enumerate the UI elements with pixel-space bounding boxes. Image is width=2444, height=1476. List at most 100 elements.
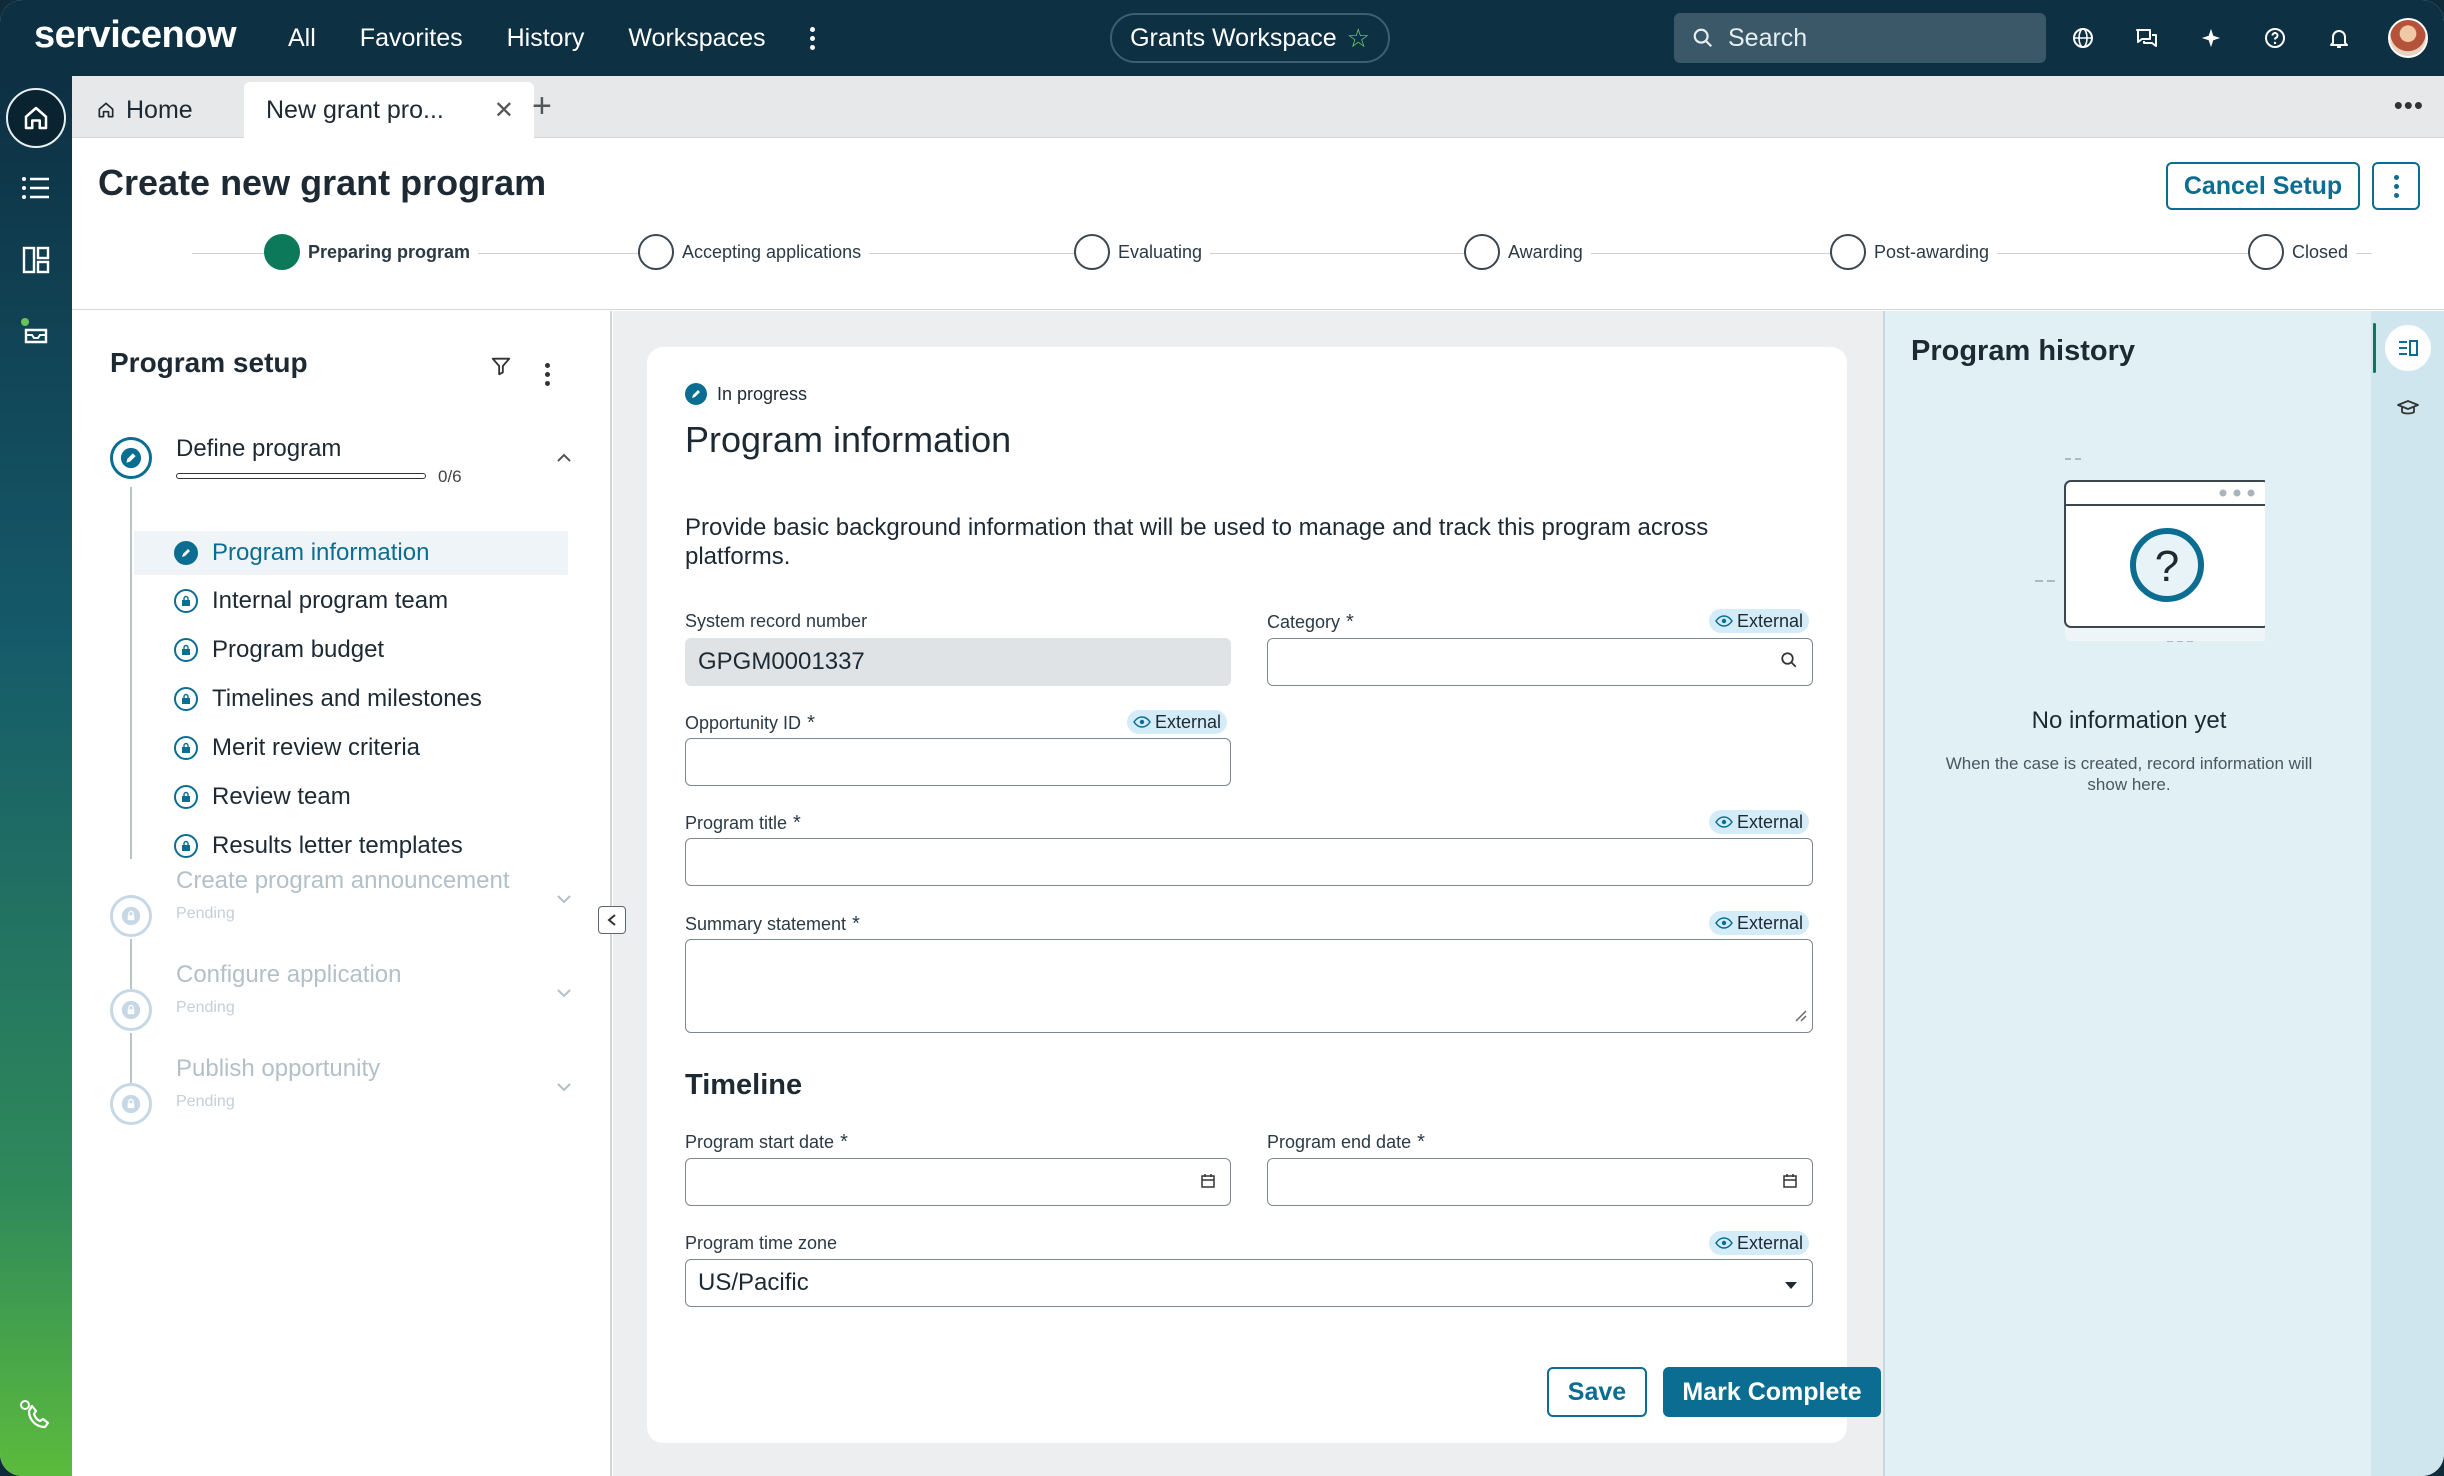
chevron-up-icon[interactable] — [556, 447, 572, 468]
summary-textarea[interactable] — [685, 939, 1813, 1033]
chevron-down-icon[interactable] — [556, 889, 572, 910]
start-date-input[interactable] — [685, 1158, 1231, 1206]
sub-item-results-letter-templates[interactable]: Results letter templates — [134, 824, 568, 868]
step-label: Closed — [2292, 241, 2349, 262]
list-icon[interactable] — [6, 158, 66, 218]
eye-icon — [1715, 611, 1733, 632]
more-actions-button[interactable] — [2372, 162, 2420, 210]
globe-icon[interactable] — [2068, 23, 2098, 53]
collapse-panel-button[interactable] — [598, 906, 626, 934]
nav-history[interactable]: History — [507, 24, 585, 53]
chat-icon[interactable] — [2132, 23, 2162, 53]
sub-item-label: Internal program team — [212, 587, 449, 614]
system-record-field: GPGM0001337 — [685, 638, 1231, 686]
pending-group-title[interactable]: Create program announcement — [176, 867, 510, 895]
nav-favorites[interactable]: Favorites — [360, 24, 463, 53]
program-title-input[interactable] — [685, 838, 1813, 886]
phone-icon[interactable] — [6, 1386, 66, 1446]
label-text: Program time zone — [685, 1233, 838, 1253]
search-icon[interactable] — [1780, 648, 1798, 676]
calendar-icon[interactable] — [1200, 1168, 1216, 1196]
home-icon[interactable] — [6, 88, 66, 148]
chevron-down-icon[interactable] — [556, 1077, 572, 1098]
sub-item-program-budget[interactable]: Program budget — [134, 628, 568, 672]
graduation-cap-icon[interactable] — [2385, 385, 2431, 431]
add-tab-icon[interactable]: + — [532, 78, 552, 134]
user-avatar[interactable] — [2388, 18, 2428, 58]
system-record-label: System record number — [685, 611, 867, 632]
resize-handle-icon[interactable] — [1794, 1002, 1808, 1030]
pending-group-title[interactable]: Publish opportunity — [176, 1055, 380, 1083]
pending-group-title[interactable]: Configure application — [176, 961, 401, 989]
empty-state-illustration: ? — [2025, 445, 2273, 670]
sub-item-internal-program-team[interactable]: Internal program team — [134, 579, 568, 623]
servicenow-logo[interactable]: servicenow — [34, 14, 237, 57]
lifecycle-stepper: Preparing program Accepting applications… — [192, 234, 2372, 274]
filter-icon[interactable] — [490, 355, 512, 382]
dashboard-icon[interactable] — [6, 230, 66, 290]
cancel-setup-button[interactable]: Cancel Setup — [2166, 162, 2360, 210]
kebab-icon — [2393, 174, 2399, 198]
sub-item-program-information[interactable]: Program information — [134, 531, 568, 575]
tab-new-grant-program[interactable]: New grant pro... ✕ — [244, 82, 534, 138]
help-icon[interactable] — [2260, 23, 2290, 53]
nav-all[interactable]: All — [288, 24, 316, 53]
pending-group-status: Pending — [176, 999, 235, 1016]
search-placeholder: Search — [1728, 23, 1808, 52]
opportunity-id-input[interactable] — [685, 738, 1231, 786]
inbox-icon[interactable] — [6, 302, 66, 362]
lock-icon — [174, 834, 198, 858]
bell-icon[interactable] — [2324, 23, 2354, 53]
calendar-icon[interactable] — [1782, 1168, 1798, 1196]
label-text: Summary statement — [685, 914, 847, 934]
timezone-select[interactable]: US/Pacific — [685, 1259, 1813, 1307]
external-badge: External — [1709, 609, 1810, 633]
required-asterisk: * — [852, 913, 860, 935]
program-history-panel: Program history ? No information yet Whe… — [1883, 311, 2371, 1476]
workspace-pill[interactable]: Grants Workspace ☆ — [1110, 13, 1390, 63]
save-button[interactable]: Save — [1547, 1367, 1647, 1417]
lock-icon — [174, 638, 198, 662]
step-label: Awarding — [1508, 241, 1583, 262]
step-complete-icon — [264, 234, 300, 270]
pending-group-status: Pending — [176, 1093, 235, 1110]
tab-active-label: New grant pro... — [266, 95, 444, 124]
panel-kebab-icon[interactable] — [544, 355, 550, 386]
form-description: Provide basic background information tha… — [685, 514, 1709, 570]
category-input[interactable] — [1267, 638, 1813, 686]
workspace-label: Grants Workspace — [1130, 23, 1337, 52]
more-menu-icon[interactable] — [810, 26, 816, 50]
tab-overflow-icon[interactable]: ••• — [2394, 90, 2424, 121]
chevron-down-icon[interactable] — [556, 983, 572, 1004]
define-program-title[interactable]: Define program — [176, 435, 341, 463]
step-preparing-program: Preparing program — [264, 234, 479, 270]
tab-home[interactable]: Home — [96, 82, 193, 138]
app-frame: servicenow All Favorites History Workspa… — [0, 0, 2444, 1476]
sub-item-timelines-and-milestones[interactable]: Timelines and milestones — [134, 677, 568, 721]
sub-item-review-team[interactable]: Review team — [134, 775, 568, 819]
step-label: Evaluating — [1118, 241, 1203, 262]
label-text: System record number — [685, 611, 868, 631]
history-panel-icon[interactable] — [2385, 325, 2431, 371]
program-setup-panel: Program setup Define program 0/6 Program… — [72, 311, 612, 1476]
nav-workspaces[interactable]: Workspaces — [628, 24, 765, 53]
group-connector — [130, 939, 132, 989]
lock-icon — [174, 589, 198, 613]
step-accepting-applications: Accepting applications — [638, 234, 870, 270]
sparkle-icon[interactable] — [2196, 23, 2226, 53]
top-nav: All Favorites History Workspaces — [288, 0, 816, 76]
close-tab-icon[interactable]: ✕ — [494, 96, 514, 125]
search-icon — [1693, 28, 1713, 48]
sub-item-merit-review-criteria[interactable]: Merit review criteria — [134, 726, 568, 770]
favorite-star-icon[interactable]: ☆ — [1347, 23, 1370, 54]
end-date-input[interactable] — [1267, 1158, 1813, 1206]
main-content: In progress Program information Provide … — [613, 311, 1883, 1476]
step-label: Accepting applications — [682, 241, 862, 262]
external-badge: External — [1127, 710, 1228, 734]
required-asterisk: * — [840, 1131, 848, 1153]
required-asterisk: * — [1417, 1131, 1425, 1153]
global-search[interactable]: Search — [1674, 13, 2046, 63]
stepper-line — [192, 253, 2372, 254]
mark-complete-button[interactable]: Mark Complete — [1663, 1367, 1881, 1417]
pencil-icon — [174, 541, 198, 565]
